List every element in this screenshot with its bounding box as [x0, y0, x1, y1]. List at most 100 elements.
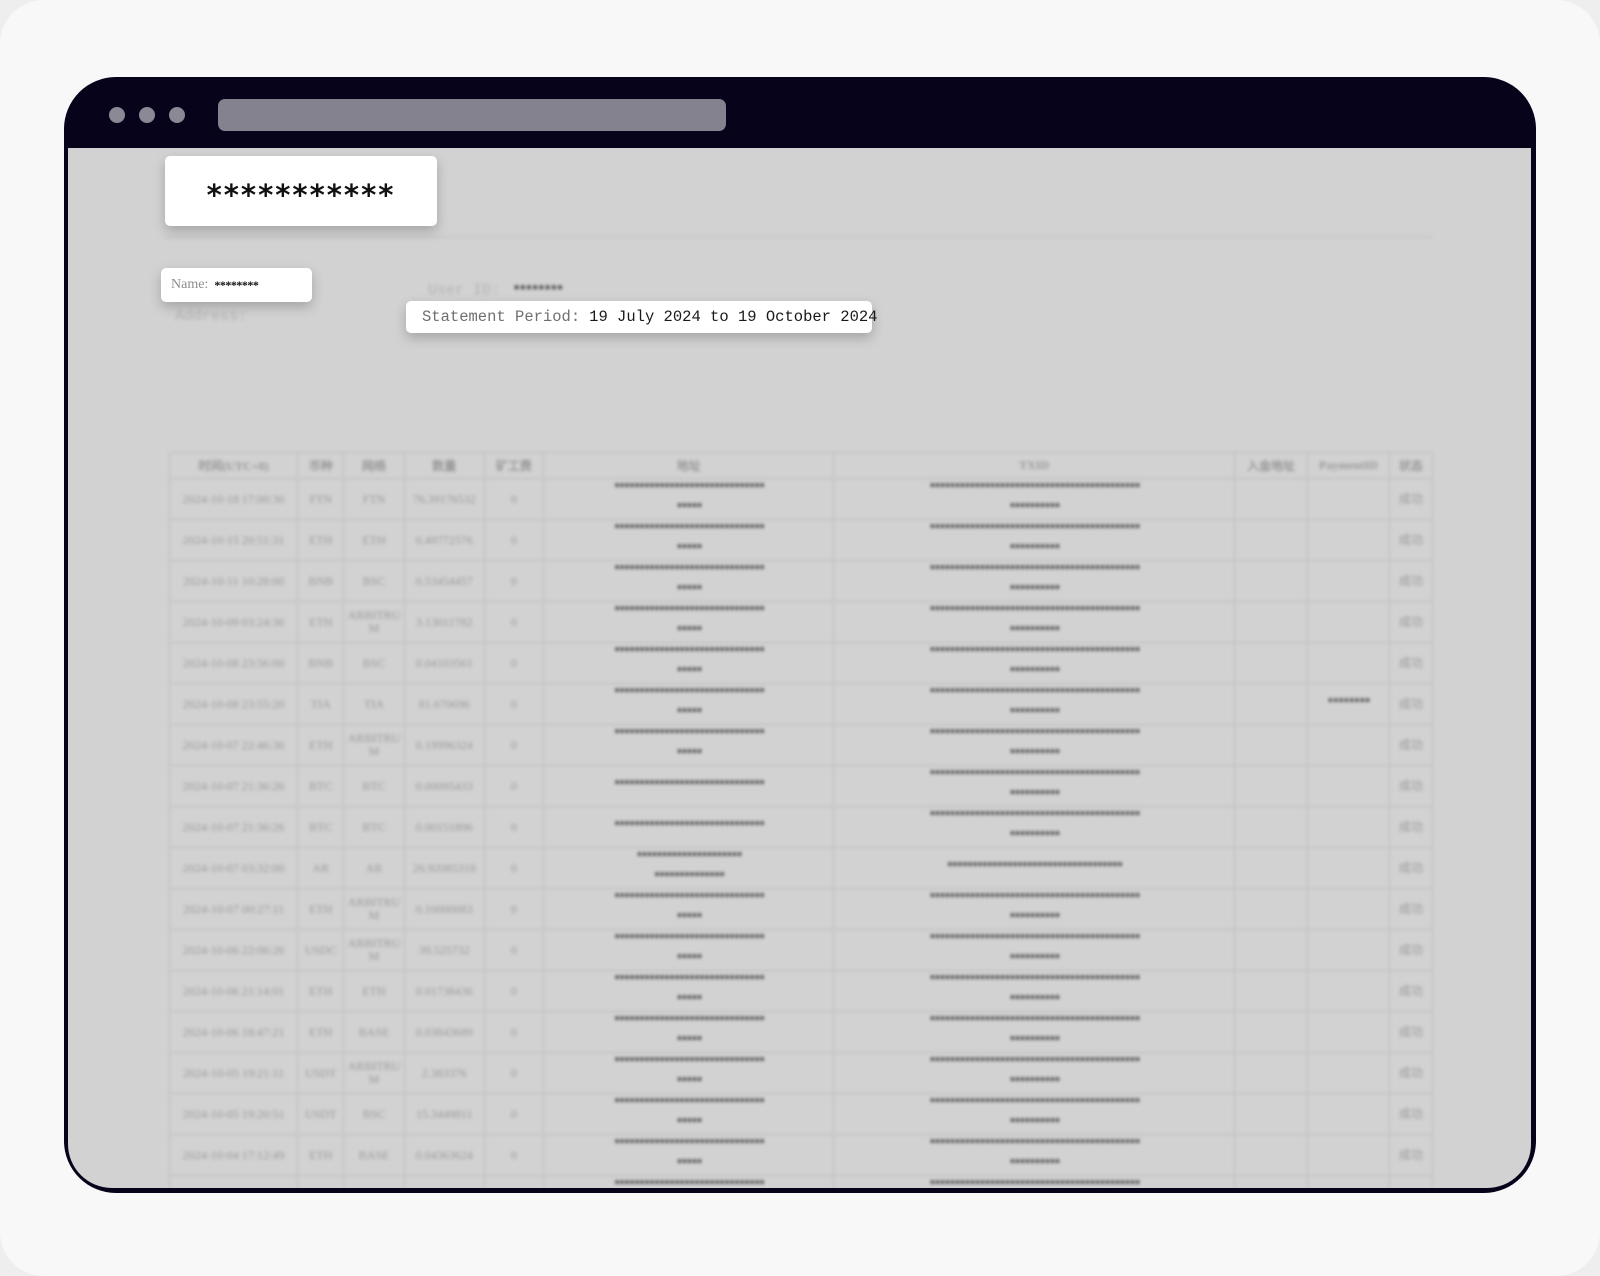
status-cell: 成功 [1388, 519, 1434, 561]
address-cell: ****************************** ***** [543, 519, 835, 561]
table-row: 2024-10-06 22:06:26 USDC ARBITRUM 39.525732… [168, 929, 1434, 971]
coin-cell: USDT [297, 1093, 345, 1135]
time-cell: 2024-10-04 17:12:49 [168, 1134, 299, 1176]
network-cell: ARBITRUM [343, 929, 405, 971]
txid-cell: ****************************************… [833, 519, 1236, 561]
txid-cell: ****************************************… [833, 1175, 1236, 1188]
address-cell: ****************************** ***** [543, 642, 835, 684]
fee-cell: 0 [483, 1134, 545, 1176]
amount-cell: 0.19996324 [403, 724, 485, 766]
coin-cell: TIA [297, 683, 345, 725]
txid-cell: ****************************************… [833, 642, 1236, 684]
address-cell: ****************************** ***** [543, 1093, 835, 1135]
status-cell: 成功 [1388, 478, 1434, 520]
network-cell: BTC [343, 765, 405, 807]
txid-cell: ****************************************… [833, 1134, 1236, 1176]
txid-cell: ****************************************… [833, 560, 1236, 602]
amount-cell: 0.53454457 [403, 560, 485, 602]
time-cell: 2024-10-08 23:56:00 [168, 642, 299, 684]
fee-cell: 0 [483, 724, 545, 766]
deposit-address-cell [1234, 642, 1308, 684]
status-cell: 成功 [1388, 1052, 1434, 1094]
time-cell: 2024-10-05 19:21:11 [168, 1052, 299, 1094]
network-cell: BASE [343, 1175, 405, 1188]
user-id-label: User ID: [428, 282, 501, 299]
coin-cell: FTN [297, 478, 345, 520]
payment-id-cell [1306, 929, 1390, 971]
column-header: 矿工费 [483, 452, 545, 479]
window-dot-minimize-icon[interactable] [139, 107, 155, 123]
time-cell: 2024-10-04 16:52:22 [168, 1175, 299, 1188]
status-cell: 成功 [1388, 1093, 1434, 1135]
coin-cell: BTC [297, 765, 345, 807]
deposit-address-cell [1234, 1011, 1308, 1053]
table-row: 2024-10-06 21:14:01 ETH ETH 0.01738436 0 ****… [168, 970, 1434, 1012]
txid-cell: ****************************************… [833, 929, 1236, 971]
payment-id-cell [1306, 806, 1390, 848]
time-cell: 2024-10-18 17:00:30 [168, 478, 299, 520]
network-cell: BASE [343, 1134, 405, 1176]
coin-cell: USDC [297, 929, 345, 971]
deposit-address-cell [1234, 1175, 1308, 1188]
amount-cell: 0.04357134 [403, 1175, 485, 1188]
header-divider [166, 236, 1432, 238]
coin-cell: ETH [297, 888, 345, 930]
table-row: 2024-10-07 21:36:26 BTC BTC 0.00095433 0 ****… [168, 765, 1434, 807]
deposit-address-cell [1234, 970, 1308, 1012]
window-dot-maximize-icon[interactable] [169, 107, 185, 123]
amount-cell: 0.00095433 [403, 765, 485, 807]
address-cell: ****************************** [543, 806, 835, 848]
txid-cell: ****************************************… [833, 806, 1236, 848]
amount-cell: 39.525732 [403, 929, 485, 971]
coin-cell: AR [297, 847, 345, 889]
payment-id-cell [1306, 765, 1390, 807]
table-row: 2024-10-04 17:12:49 ETH BASE 0.04363624 0 ***… [168, 1134, 1434, 1176]
time-cell: 2024-10-05 19:20:51 [168, 1093, 299, 1135]
column-header: 状态 [1388, 452, 1434, 479]
table-row: 2024-10-07 03:32:00 AR AR 26.92085318 0 *****… [168, 847, 1434, 889]
address-cell: ****************************** ***** [543, 560, 835, 602]
fee-cell: 0 [483, 1011, 545, 1053]
status-cell: 成功 [1388, 970, 1434, 1012]
table-row: 2024-10-07 21:36:26 BTC BTC 0.00151896 0 ****… [168, 806, 1434, 848]
column-header: 地址 [543, 452, 835, 479]
fee-cell: 0 [483, 1093, 545, 1135]
payment-id-cell [1306, 888, 1390, 930]
status-cell: 成功 [1388, 1011, 1434, 1053]
time-cell: 2024-10-08 23:55:20 [168, 683, 299, 725]
txid-cell: *********************************** [833, 847, 1236, 889]
address-cell: ****************************** ***** [543, 1134, 835, 1176]
deposit-address-cell [1234, 888, 1308, 930]
coin-cell: ETH [297, 1175, 345, 1188]
txid-cell: ****************************************… [833, 478, 1236, 520]
payment-id-cell [1306, 1011, 1390, 1053]
coin-cell: ETH [297, 519, 345, 561]
address-cell: ****************************** ***** [543, 1175, 835, 1188]
payment-id-cell [1306, 724, 1390, 766]
address-cell: ****************************** ***** [543, 1052, 835, 1094]
fee-cell: 0 [483, 929, 545, 971]
amount-cell: 76.39176532 [403, 478, 485, 520]
table-row: 2024-10-07 00:27:11 ETH ARBITRUM 0.10000083… [168, 888, 1434, 930]
amount-cell: 0.01738436 [403, 970, 485, 1012]
address-bar[interactable] [218, 99, 726, 131]
deposit-address-cell [1234, 929, 1308, 971]
column-header: 币种 [297, 452, 345, 479]
page-viewport[interactable]: User ID: ******** Address: 时间(UTC+8) 币种 网络… [68, 148, 1531, 1188]
fee-cell: 0 [483, 888, 545, 930]
coin-cell: ETH [297, 1011, 345, 1053]
user-id-value: ******** [513, 284, 564, 298]
table-row: 2024-10-04 16:52:22ETHBASE0.043571340***… [168, 1175, 1434, 1188]
time-cell: 2024-10-09 03:24:36 [168, 601, 299, 643]
coin-cell: ETH [297, 724, 345, 766]
name-label: Name: [171, 277, 209, 292]
amount-cell: 0.00151896 [403, 806, 485, 848]
fee-cell: 0 [483, 683, 545, 725]
time-cell: 2024-10-07 21:36:26 [168, 806, 299, 848]
time-cell: 2024-10-07 03:32:00 [168, 847, 299, 889]
coin-cell: USDT [297, 1052, 345, 1094]
network-cell: TIA [343, 683, 405, 725]
deposit-address-cell [1234, 683, 1308, 725]
network-cell: BSC [343, 1093, 405, 1135]
window-dot-close-icon[interactable] [109, 107, 125, 123]
